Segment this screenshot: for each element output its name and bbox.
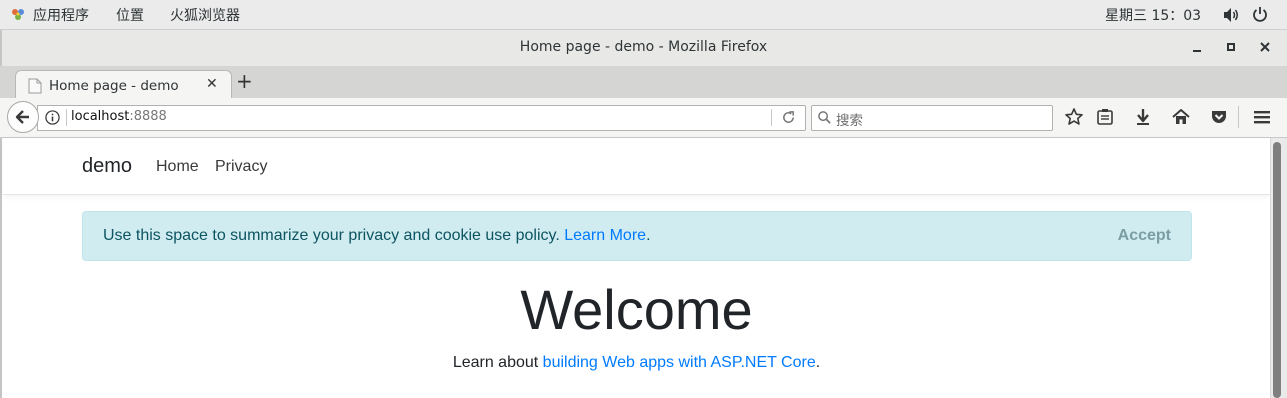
navigation-toolbar: localhost:8888 搜索 (0, 98, 1287, 138)
system-top-bar: 应用程序 位置 火狐浏览器 星期三 15：03 (0, 0, 1287, 30)
volume-icon[interactable] (1222, 7, 1240, 23)
url-bar[interactable]: localhost:8888 (37, 105, 806, 131)
pocket-icon[interactable] (1208, 106, 1230, 128)
back-arrow-icon (15, 110, 29, 124)
page-favicon-icon (28, 78, 42, 94)
web-page-content: demo Home Privacy Use this space to summ… (3, 138, 1270, 398)
tab-label: Home page - demo (49, 78, 179, 94)
window-title-bar: Home page - demo - Mozilla Firefox (0, 30, 1287, 67)
home-icon[interactable] (1170, 106, 1192, 128)
search-icon (818, 111, 831, 124)
learn-suffix: . (815, 354, 821, 371)
reading-list-icon[interactable] (1094, 106, 1116, 128)
accept-button[interactable]: Accept (1118, 227, 1171, 245)
window-title: Home page - demo - Mozilla Firefox (519, 39, 768, 55)
firefox-app-menu[interactable]: 火狐浏览器 (170, 5, 240, 25)
reload-separator (771, 109, 772, 126)
nav-link-home[interactable]: Home (156, 158, 199, 176)
downloads-icon[interactable] (1132, 106, 1154, 128)
learn-about-text: Learn about building Web apps with ASP.N… (3, 354, 1270, 372)
search-input[interactable]: 搜索 (836, 109, 863, 129)
close-window-button[interactable] (1256, 38, 1274, 56)
scrollbar-thumb[interactable] (1273, 142, 1281, 398)
bookmark-star-icon[interactable] (1063, 106, 1085, 128)
toolbar-separator (1238, 106, 1239, 128)
places-menu[interactable]: 位置 (116, 5, 144, 25)
tab-close-icon[interactable]: ✕ (206, 76, 218, 92)
tab-home-page[interactable]: Home page - demo ✕ (15, 70, 232, 100)
minimize-icon (1193, 50, 1201, 52)
url-host: localhost (71, 109, 130, 124)
reload-icon[interactable] (781, 110, 796, 125)
minimize-button[interactable] (1188, 38, 1206, 56)
hamburger-menu-icon[interactable] (1251, 106, 1273, 128)
close-icon (1260, 42, 1270, 52)
aspnet-docs-link[interactable]: building Web apps with ASP.NET Core (543, 354, 816, 371)
brand-link[interactable]: demo (82, 155, 132, 178)
url-text[interactable]: localhost:8888 (71, 109, 167, 124)
power-icon[interactable] (1252, 6, 1268, 22)
page-heading: Welcome (520, 278, 753, 341)
cookie-consent-alert: Use this space to summarize your privacy… (82, 211, 1192, 261)
new-tab-button[interactable]: + (236, 71, 253, 91)
apps-icon[interactable] (10, 6, 26, 22)
clock[interactable]: 星期三 15：03 (1105, 5, 1201, 25)
site-info-icon[interactable] (45, 110, 60, 125)
url-separator (66, 109, 67, 126)
url-port: :8888 (129, 109, 167, 124)
cookie-message: Use this space to summarize your privacy… (103, 227, 651, 245)
tab-strip: Home page - demo ✕ + (0, 66, 1287, 100)
search-bar[interactable]: 搜索 (811, 105, 1053, 131)
cookie-text: Use this space to summarize your privacy… (103, 227, 565, 244)
learn-more-link[interactable]: Learn More (564, 227, 646, 244)
site-navbar: demo Home Privacy (3, 138, 1270, 195)
learn-prefix: Learn about (452, 354, 543, 371)
maximize-button[interactable] (1222, 38, 1240, 56)
cookie-period: . (646, 227, 651, 244)
nav-link-privacy[interactable]: Privacy (215, 158, 267, 176)
maximize-icon (1227, 43, 1235, 51)
applications-menu[interactable]: 应用程序 (33, 5, 89, 25)
back-button[interactable] (7, 101, 39, 133)
